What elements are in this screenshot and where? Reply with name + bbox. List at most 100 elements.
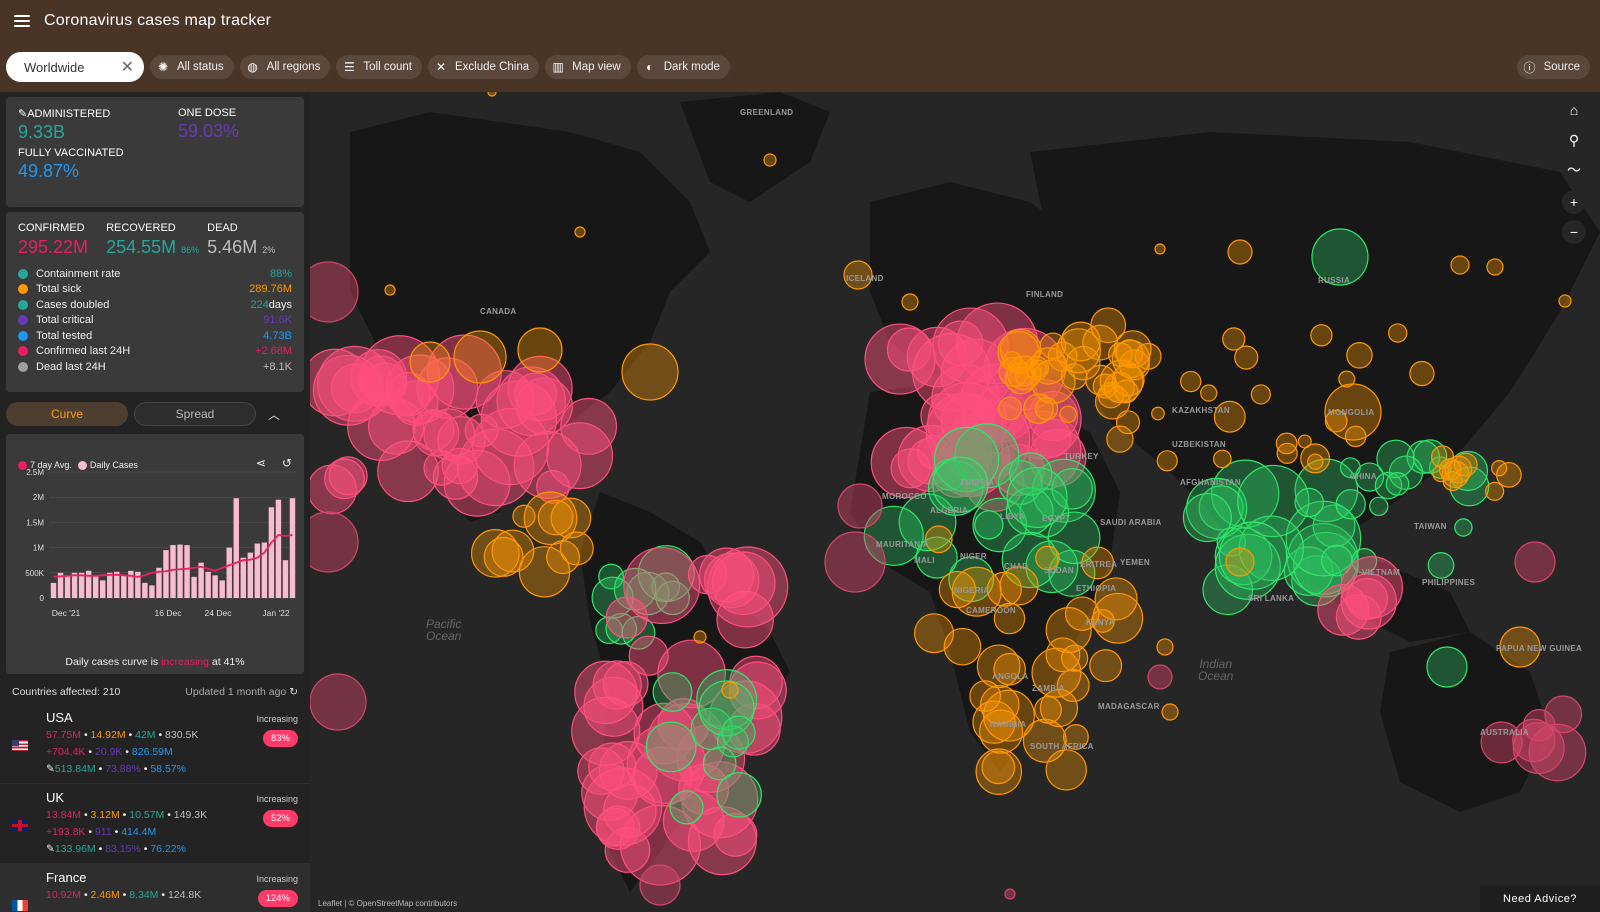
region-search[interactable]: ✕ bbox=[6, 52, 144, 82]
location-pin-icon[interactable]: ⚲ bbox=[1562, 128, 1586, 152]
case-bubble bbox=[363, 362, 407, 406]
app-title: Coronavirus cases map tracker bbox=[44, 12, 272, 29]
case-bubble bbox=[1154, 243, 1166, 255]
case-bubble bbox=[464, 413, 499, 448]
tab-spread[interactable]: Spread bbox=[134, 402, 256, 426]
sort-icon: ☰ bbox=[343, 60, 355, 74]
daily-bar bbox=[78, 572, 85, 598]
map-attribution[interactable]: Leaflet | © OpenStreetMap contributors bbox=[318, 899, 457, 908]
map-country-label: MADAGASCAR bbox=[1098, 702, 1160, 711]
trend-icon[interactable]: 〜 bbox=[1562, 158, 1586, 182]
one-dose-label: ONE DOSE bbox=[178, 107, 237, 119]
map-country-label: VIETNAM bbox=[1362, 568, 1401, 577]
case-bubble bbox=[595, 805, 641, 850]
close-icon: ✕ bbox=[435, 60, 446, 74]
home-icon[interactable]: ⌂ bbox=[1562, 98, 1586, 122]
case-bubble bbox=[864, 323, 936, 395]
chart-tabs: Curve Spread ︿ bbox=[6, 400, 304, 428]
case-bubble bbox=[974, 510, 1004, 540]
updated-time: Updated 1 month ago ↻ bbox=[185, 686, 298, 698]
chip-dark-mode[interactable]: ◐ Dark mode bbox=[636, 55, 730, 79]
map-country-label: KAZAKHSTAN bbox=[1172, 406, 1230, 415]
case-bubble bbox=[1250, 384, 1271, 405]
us-flag-icon bbox=[12, 740, 28, 751]
sidebar: ✎ADMINISTERED 9.33B ONE DOSE 59.03% FULL… bbox=[0, 92, 310, 912]
source-button[interactable]: ⓘ Source bbox=[1516, 55, 1590, 79]
tab-curve[interactable]: Curve bbox=[6, 402, 128, 426]
case-bubble bbox=[1385, 472, 1410, 496]
map-country-label: ANGOLA bbox=[992, 672, 1029, 681]
chip-label: Exclude China bbox=[454, 61, 530, 73]
chip-map-view[interactable]: ▥ Map view bbox=[545, 55, 631, 79]
chip-all-status[interactable]: ✺ All status bbox=[150, 55, 234, 79]
map-country-label: PHILIPPINES bbox=[1422, 578, 1476, 587]
case-bubble bbox=[999, 566, 1039, 606]
case-bubble bbox=[409, 341, 451, 383]
case-bubble bbox=[1106, 425, 1134, 453]
map-country-label: CANADA bbox=[480, 307, 517, 316]
case-bubble bbox=[1097, 381, 1125, 409]
chevron-up-icon[interactable]: ︿ bbox=[268, 406, 280, 423]
stats-card: CONFIRMED 295.22M RECOVERED 254.55M 86% … bbox=[6, 212, 304, 392]
daily-bar bbox=[64, 575, 71, 598]
search-input[interactable] bbox=[24, 59, 114, 75]
map-country-label: TAIWAN bbox=[1414, 522, 1447, 531]
map-country-label: MONGOLIA bbox=[1328, 408, 1375, 417]
case-bubble bbox=[1227, 239, 1253, 265]
map-canvas[interactable] bbox=[310, 92, 1600, 912]
daily-bar bbox=[177, 544, 183, 598]
need-advice-button[interactable]: Need Advice? bbox=[1480, 886, 1600, 912]
case-bubble bbox=[1335, 489, 1366, 520]
map-country-label: KENYA bbox=[1086, 618, 1115, 627]
case-bubble bbox=[1430, 445, 1455, 469]
refresh-icon[interactable]: ↻ bbox=[289, 686, 298, 698]
stat-row-confirmed-24h: Confirmed last 24H +2.68M bbox=[18, 344, 292, 360]
case-bubble bbox=[453, 330, 507, 384]
map-country-label: NAMIBIA bbox=[990, 720, 1027, 729]
country-row-france[interactable]: France 10.92M • 2.46M • 8.34M • 124.8K I… bbox=[0, 864, 310, 912]
daily-bar bbox=[121, 575, 127, 598]
case-bubble bbox=[1161, 703, 1179, 721]
case-bubble bbox=[491, 529, 535, 573]
confirmed-value: 295.22M bbox=[18, 237, 89, 257]
case-bubble bbox=[1002, 351, 1022, 371]
country-row-uk[interactable]: UK 13.84M • 3.12M • 10.57M • 149.3K +193… bbox=[0, 784, 310, 864]
trend-label: Increasing bbox=[256, 794, 298, 804]
case-bubble bbox=[1059, 405, 1077, 424]
case-bubble bbox=[1388, 323, 1408, 343]
chip-exclude-china[interactable]: ✕ Exclude China bbox=[427, 55, 540, 79]
map-country-label: ERITREA bbox=[1080, 560, 1118, 569]
chip-all-regions[interactable]: ◍ All regions bbox=[239, 55, 331, 79]
case-bubble bbox=[721, 715, 756, 750]
daily-bar bbox=[107, 572, 113, 598]
stat-row-total-sick: Total sick 289.76M bbox=[18, 282, 292, 298]
daily-bar bbox=[184, 545, 190, 598]
map-country-label: AFGHANISTAN bbox=[1180, 478, 1241, 487]
chart-plot: 2.5M 2M 1.5M 1M 500K 0 Dec '21 16 Dec 24 Dec Jan … bbox=[25, 468, 296, 618]
map-country-label: TUNISIA bbox=[960, 478, 995, 487]
case-bubble bbox=[1454, 518, 1473, 537]
daily-bar bbox=[170, 545, 176, 598]
clear-search-icon[interactable]: ✕ bbox=[121, 57, 134, 77]
syringe-icon: ✎ bbox=[18, 108, 28, 120]
daily-bar bbox=[282, 560, 289, 598]
case-bubble bbox=[982, 689, 1035, 742]
chip-label: Toll count bbox=[363, 61, 412, 73]
daily-bar bbox=[212, 575, 218, 598]
zoom-in-button[interactable]: + bbox=[1562, 190, 1586, 214]
zoom-out-button[interactable]: − bbox=[1562, 220, 1586, 244]
case-bubble bbox=[1182, 493, 1232, 543]
chip-toll-count[interactable]: ☰ Toll count bbox=[336, 55, 422, 79]
dark-mode-icon: ◐ bbox=[646, 60, 654, 74]
uk-flag-icon bbox=[12, 820, 28, 831]
daily-bar bbox=[163, 550, 169, 598]
daily-bar bbox=[289, 498, 296, 598]
map-country-label: LIBYA bbox=[1000, 512, 1025, 521]
world-map[interactable]: GREENLAND CANADA ICELAND RUSSIA FINLAND KAZAK… bbox=[310, 92, 1600, 912]
map-country-label: SAUDI ARABIA bbox=[1100, 518, 1162, 527]
map-country-label: MALI bbox=[914, 556, 935, 565]
menu-icon[interactable] bbox=[14, 15, 30, 27]
country-row-usa[interactable]: USA 57.75M • 14.92M • 42M • 830.5K +704.… bbox=[0, 704, 310, 784]
case-bubble bbox=[310, 673, 367, 731]
case-bubble bbox=[513, 431, 582, 499]
